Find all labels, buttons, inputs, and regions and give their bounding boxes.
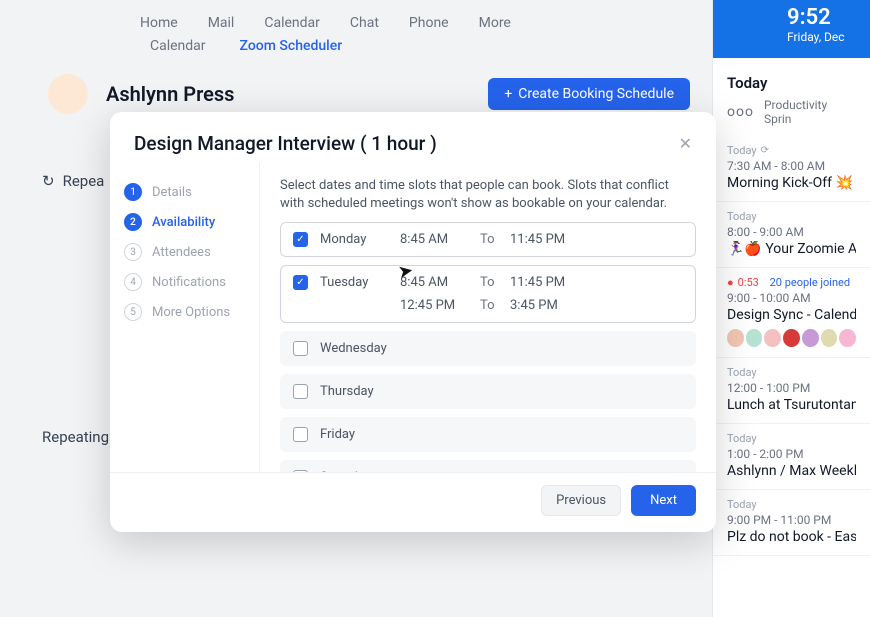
checkbox-tuesday[interactable] [293,275,308,290]
event-title: Ashlynn / Max Weekly [727,463,856,479]
booking-modal: Design Manager Interview ( 1 hour ) ✕ 1D… [110,112,716,532]
modal-footer: Previous Next [110,472,716,532]
chip-row[interactable]: ooo Productivity Sprin [713,98,870,136]
day-label: Friday [320,427,400,442]
nav-more[interactable]: More [479,9,511,37]
clock-card: 9:52 Friday, Dec [713,0,870,58]
event-item[interactable]: Today⟳ 7:30 AM - 8:00 AM Morning Kick-Of… [713,136,870,202]
previous-button[interactable]: Previous [541,485,621,516]
event-title: Lunch at Tsurutontan [727,397,856,413]
avatar-strip [727,329,856,347]
nav-phone[interactable]: Phone [409,9,449,37]
event-title: Plz do not book - East [727,529,856,545]
event-title: Morning Kick-Off 💥 [727,175,856,191]
today-heading: Today [713,58,870,98]
plus-icon: + [504,86,512,102]
day-label: Wednesday [320,341,400,356]
profile-name: Ashlynn Press [106,82,234,106]
close-button[interactable]: ✕ [679,134,692,153]
tab-scheduler[interactable]: Zoom Scheduler [240,38,343,54]
chip-label: Productivity Sprin [764,98,856,126]
day-label: Tuesday [320,275,400,290]
event-time: 9:00 PM - 11:00 PM [727,513,856,527]
slot-start[interactable]: 8:45 AM [400,275,480,290]
event-item[interactable]: Today 12:00 - 1:00 PM Lunch at Tsurutont… [713,358,870,424]
checkbox-friday[interactable] [293,427,308,442]
bg-repeating-label: ↻ Repea [42,172,104,190]
clock-date: Friday, Dec [787,30,870,44]
event-time: 8:00 - 9:00 AM [727,225,856,239]
bg-repeating-label-2: Repeating [42,428,109,446]
step-details[interactable]: 1Details [124,177,259,207]
day-row-friday[interactable]: Friday [280,417,696,452]
day-row-wednesday[interactable]: Wednesday [280,331,696,366]
steps-sidebar: 1Details 2Availability 3Attendees 4Notif… [110,163,260,472]
event-item[interactable]: Today 8:00 - 9:00 AM 🏃🏽‍♀️🍎 Your Zoomie … [713,202,870,268]
slot-to: To [480,275,510,290]
day-row-thursday[interactable]: Thursday [280,374,696,409]
sub-nav: Calendar Zoom Scheduler [150,26,342,66]
refresh-icon: ⟳ [761,145,769,156]
modal-header: Design Manager Interview ( 1 hour ) ✕ [110,112,716,163]
slot-start[interactable]: 8:45 AM [400,232,480,247]
dots-icon: ooo [727,104,754,120]
event-item[interactable]: ●0:53 20 people joined 9:00 - 10:00 AM D… [713,268,870,358]
slot-to: To [480,232,510,247]
instructions-text: Select dates and time slots that people … [280,177,696,212]
day-label: Monday [320,232,400,247]
step-notifications[interactable]: 4Notifications [124,267,259,297]
close-icon: ✕ [679,134,692,153]
step-attendees[interactable]: 3Attendees [124,237,259,267]
day-row-tuesday[interactable]: Tuesday 8:45 AM To 11:45 PM 12:45 PM To … [280,265,696,323]
clock-time: 9:52 [787,6,870,30]
event-time: 7:30 AM - 8:00 AM [727,159,856,173]
modal-content: Select dates and time slots that people … [260,163,716,472]
checkbox-monday[interactable] [293,232,308,247]
day-row-monday[interactable]: Monday 8:45 AM To 11:45 PM [280,222,696,257]
event-title: Design Sync - Calenda [727,307,856,323]
event-time: 1:00 - 2:00 PM [727,447,856,461]
create-booking-label: Create Booking Schedule [518,86,674,102]
slot-end[interactable]: 3:45 PM [510,298,590,313]
event-time: 9:00 - 10:00 AM [727,291,856,305]
event-time: 12:00 - 1:00 PM [727,381,856,395]
record-icon: ● [727,276,734,289]
profile-row: Ashlynn Press + Create Booking Schedule [48,74,690,114]
slot-end[interactable]: 11:45 PM [510,232,590,247]
repeat-icon: ↻ [42,172,55,190]
modal-title: Design Manager Interview ( 1 hour ) [134,132,437,155]
avatar [48,74,88,114]
event-item[interactable]: Today 9:00 PM - 11:00 PM Plz do not book… [713,490,870,556]
slot-to: To [480,298,510,313]
slot-start[interactable]: 12:45 PM [400,298,480,313]
checkbox-wednesday[interactable] [293,341,308,356]
next-button[interactable]: Next [631,485,696,516]
event-title: 🏃🏽‍♀️🍎 Your Zoomie All H [727,241,856,257]
day-rows: Monday 8:45 AM To 11:45 PM Tuesday 8:45 … [280,222,696,472]
checkbox-thursday[interactable] [293,384,308,399]
slot-end[interactable]: 11:45 PM [510,275,590,290]
day-row-saturday[interactable]: Saturday [280,460,696,472]
create-booking-button[interactable]: + Create Booking Schedule [488,78,690,110]
tab-calendar[interactable]: Calendar [150,38,206,54]
event-item[interactable]: Today 1:00 - 2:00 PM Ashlynn / Max Weekl… [713,424,870,490]
nav-chat[interactable]: Chat [350,9,379,37]
right-sidebar: 9:52 Friday, Dec Today ooo Productivity … [712,0,870,617]
step-availability[interactable]: 2Availability [124,207,259,237]
step-more-options[interactable]: 5More Options [124,297,259,327]
day-label: Thursday [320,384,400,399]
